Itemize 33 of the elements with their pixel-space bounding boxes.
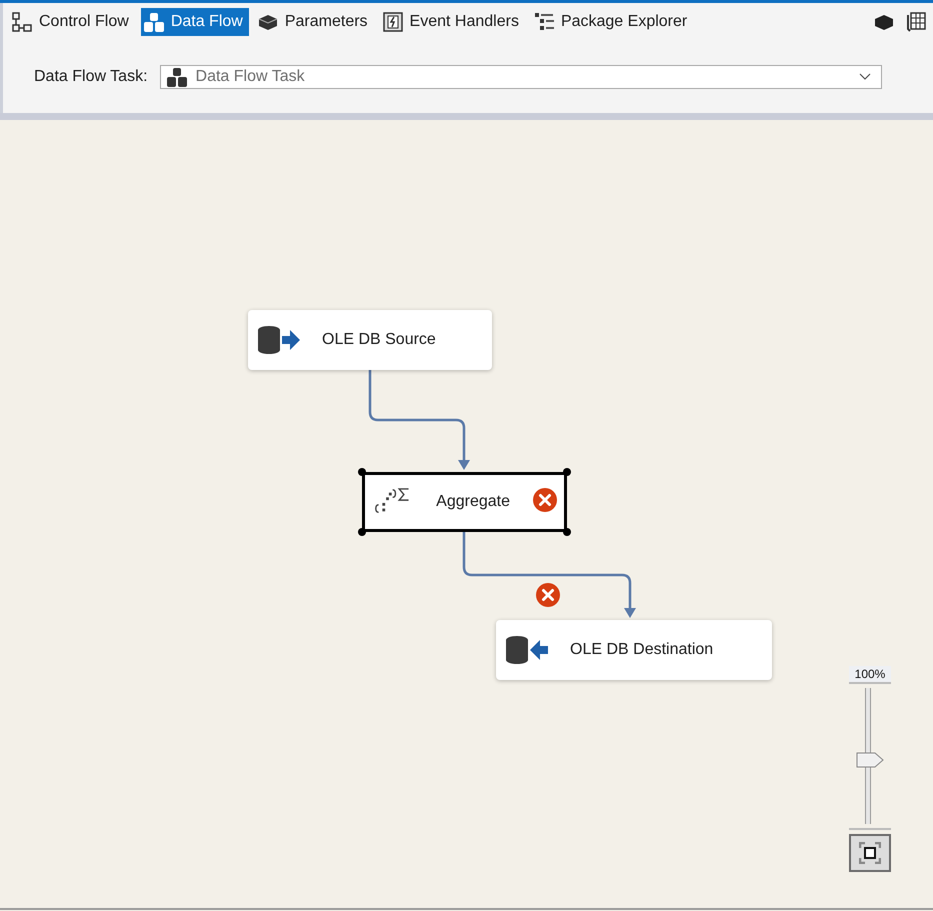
chevron-down-icon: [858, 73, 871, 81]
component-label: OLE DB Source: [322, 331, 437, 349]
table-icon[interactable]: [905, 11, 927, 33]
task-dropdown[interactable]: Data Flow Task: [160, 65, 882, 89]
database-stack-icon: [142, 11, 165, 33]
error-icon: [535, 582, 561, 608]
component-node[interactable]: Aggregate: [362, 472, 567, 532]
component-node[interactable]: OLE DB Destination: [496, 620, 772, 680]
component-label: Aggregate: [436, 493, 510, 511]
zoom-slider-thumb[interactable]: [856, 752, 884, 768]
resize-handle[interactable]: [563, 468, 571, 476]
designer-tab[interactable]: Package Explorer: [530, 8, 694, 36]
resize-handle[interactable]: [563, 528, 571, 536]
zoom-to-fit-button[interactable]: [849, 834, 891, 872]
designer-tab[interactable]: Control Flow: [9, 8, 135, 36]
designer-tab[interactable]: Event Handlers: [380, 8, 525, 36]
error-icon: [532, 486, 558, 512]
designer-tab[interactable]: Data Flow: [140, 8, 249, 36]
database-in-icon: [504, 635, 548, 665]
task-label: Data Flow Task:: [34, 68, 148, 86]
flow-diagram-icon: [11, 11, 33, 33]
data-path-arrow[interactable]: [368, 370, 470, 470]
resize-handle[interactable]: [358, 528, 366, 536]
designer-tab[interactable]: Parameters: [254, 8, 374, 36]
component-label: OLE DB Destination: [570, 641, 714, 659]
resize-handle[interactable]: [358, 468, 366, 476]
database-out-icon: [256, 325, 300, 355]
data-path-arrow[interactable]: [462, 532, 636, 618]
database-stack-icon: [166, 66, 188, 88]
component-node[interactable]: OLE DB Source: [248, 310, 492, 370]
fit-frame-icon: [859, 842, 881, 864]
lightning-panel-icon: [382, 11, 404, 33]
tree-list-icon: [532, 11, 555, 33]
